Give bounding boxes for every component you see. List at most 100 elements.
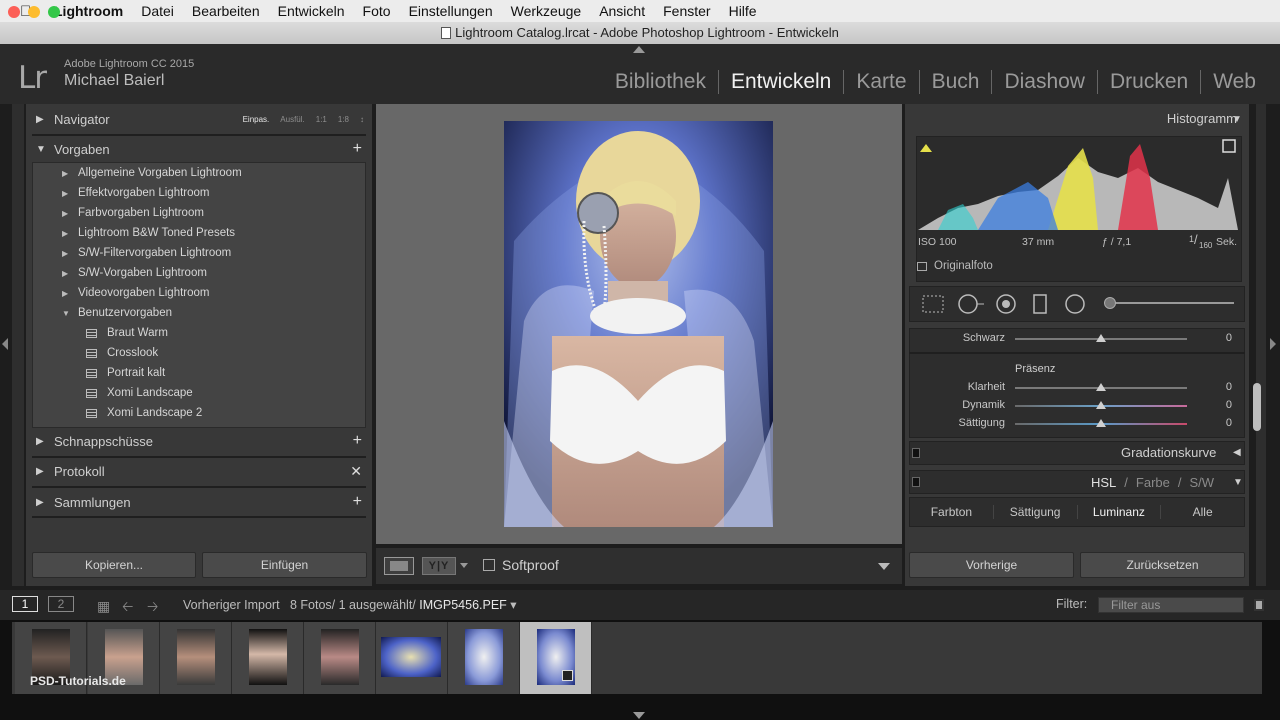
histogram-graph[interactable] xyxy=(918,138,1238,230)
loupe-view-icon[interactable] xyxy=(384,557,414,575)
second-window-button[interactable]: 2 xyxy=(48,596,74,612)
preset-folder[interactable]: ▶ Farbvorgaben Lightroom xyxy=(26,203,204,223)
slider-value-klarheit[interactable]: 0 xyxy=(1216,381,1232,393)
user-preset-item[interactable]: Xomi Landscape xyxy=(26,383,193,403)
panel-toggle-switch[interactable] xyxy=(912,448,920,458)
menu-einstellungen[interactable]: Einstellungen xyxy=(409,3,493,19)
menu-ansicht[interactable]: Ansicht xyxy=(599,3,645,19)
panel-toggle-switch[interactable] xyxy=(912,477,920,487)
softproof-checkbox[interactable] xyxy=(483,559,495,571)
preset-folder[interactable]: ▶ Allgemeine Vorgaben Lightroom xyxy=(26,163,242,183)
clear-history-icon[interactable]: ✕ xyxy=(350,463,362,480)
left-collapse-arrow-icon[interactable] xyxy=(2,338,8,350)
brush-slider-knob[interactable] xyxy=(1104,297,1116,309)
user-preset-item[interactable]: Xomi Landscape 2 xyxy=(26,403,202,423)
slider-value-saettigung[interactable]: 0 xyxy=(1216,417,1232,429)
filmstrip-source-path[interactable]: Vorheriger Import 8 Fotos/ 1 ausgewählt/… xyxy=(183,597,517,612)
slider-thumb-schwarz[interactable] xyxy=(1096,334,1106,342)
add-snapshot-icon[interactable]: + xyxy=(353,432,362,450)
tone-curve-expand-icon[interactable]: ◀ xyxy=(1233,447,1241,458)
main-window-button[interactable]: 1 xyxy=(12,596,38,612)
back-arrow-icon[interactable]: 🡠 xyxy=(122,596,133,620)
module-karte[interactable]: Karte xyxy=(843,70,918,94)
module-diashow[interactable]: Diashow xyxy=(991,70,1097,94)
main-photo[interactable] xyxy=(504,121,773,527)
grid-view-icon[interactable]: ▦ xyxy=(97,598,110,615)
menu-hilfe[interactable]: Hilfe xyxy=(729,3,757,19)
menu-werkzeuge[interactable]: Werkzeuge xyxy=(511,3,582,19)
histogram-collapse-icon[interactable]: ▼ xyxy=(1232,114,1242,125)
slider-thumb-saettigung[interactable] xyxy=(1096,419,1106,427)
hsl-mode-hsl[interactable]: HSL xyxy=(1091,475,1116,490)
preset-folder[interactable]: ▶ S/W-Filtervorgaben Lightroom xyxy=(26,243,231,263)
slider-value-schwarz[interactable]: 0 xyxy=(1216,332,1232,344)
red-eye-icon[interactable] xyxy=(994,293,1018,315)
history-header[interactable]: ▶ Protokoll ✕ xyxy=(26,456,372,486)
zoom-stepper-icon[interactable]: ↕ xyxy=(360,115,364,124)
filmstrip-thumbnail[interactable] xyxy=(304,622,376,694)
menu-fenster[interactable]: Fenster xyxy=(663,3,710,19)
filter-lock-icon[interactable] xyxy=(1254,599,1264,611)
source-dropdown-icon[interactable]: ▾ xyxy=(510,598,516,612)
right-panel-edge[interactable] xyxy=(1256,104,1266,586)
user-preset-item[interactable]: Portrait kalt xyxy=(26,363,165,383)
crop-tool-icon[interactable] xyxy=(921,293,945,315)
tab-saettigung[interactable]: Sättigung xyxy=(994,505,1078,519)
user-preset-item[interactable]: Braut Warm xyxy=(26,323,168,343)
module-bibliothek[interactable]: Bibliothek xyxy=(603,70,718,94)
module-web[interactable]: Web xyxy=(1200,70,1268,94)
preset-folder[interactable]: ▶ Lightroom B&W Toned Presets xyxy=(26,223,235,243)
bottom-panel-toggle-icon[interactable] xyxy=(633,712,645,719)
collections-header[interactable]: ▶ Sammlungen + xyxy=(26,487,372,517)
tab-alle[interactable]: Alle xyxy=(1161,505,1244,519)
filmstrip-thumbnail-selected[interactable] xyxy=(520,622,592,694)
navigator-header[interactable]: ▶ Navigator Einpas. Ausfül. 1:1 1:8 ↕ xyxy=(26,104,372,134)
preset-folder[interactable]: ▶ S/W-Vorgaben Lightroom xyxy=(26,263,207,283)
zoom-1-1[interactable]: 1:1 xyxy=(316,115,327,124)
reset-button[interactable]: Zurücksetzen xyxy=(1080,552,1245,578)
module-buch[interactable]: Buch xyxy=(918,70,992,94)
snapshots-header[interactable]: ▶ Schnappschüsse + xyxy=(26,426,372,456)
filmstrip-thumbnail[interactable] xyxy=(232,622,304,694)
menu-bearbeiten[interactable]: Bearbeiten xyxy=(192,3,260,19)
filter-select[interactable]: Filter aus xyxy=(1098,597,1244,613)
paste-settings-button[interactable]: Einfügen xyxy=(202,552,367,578)
filmstrip-thumbnail[interactable] xyxy=(160,622,232,694)
preset-folder[interactable]: ▶ Effektvorgaben Lightroom xyxy=(26,183,209,203)
original-photo-checkbox[interactable] xyxy=(917,262,927,271)
window-minimize-button[interactable] xyxy=(28,6,40,18)
zoom-1-8[interactable]: 1:8 xyxy=(338,115,349,124)
zoom-fit[interactable]: Einpas. xyxy=(243,115,270,124)
left-panel-edge[interactable] xyxy=(12,104,24,586)
add-preset-icon[interactable]: + xyxy=(353,140,362,158)
histogram-title[interactable]: Histogramm xyxy=(1167,111,1237,126)
menu-entwickeln[interactable]: Entwickeln xyxy=(278,3,345,19)
right-collapse-arrow-icon[interactable] xyxy=(1270,338,1276,350)
previous-button[interactable]: Vorherige xyxy=(909,552,1074,578)
shadow-clipping-icon[interactable] xyxy=(920,144,932,152)
forward-arrow-icon[interactable]: 🡢 xyxy=(147,596,158,620)
menu-foto[interactable]: Foto xyxy=(363,3,391,19)
tab-luminanz[interactable]: Luminanz xyxy=(1078,505,1162,519)
tone-curve-title[interactable]: Gradationskurve xyxy=(1121,445,1216,460)
spot-removal-icon[interactable] xyxy=(956,293,986,315)
menu-datei[interactable]: Datei xyxy=(141,3,174,19)
top-panel-toggle-icon[interactable] xyxy=(633,46,645,53)
copy-settings-button[interactable]: Kopieren... xyxy=(32,552,196,578)
add-collection-icon[interactable]: + xyxy=(353,493,362,511)
filmstrip-thumbnail[interactable] xyxy=(376,622,448,694)
highlight-clipping-icon[interactable] xyxy=(1222,139,1236,153)
brush-slider-track[interactable] xyxy=(1112,302,1234,304)
hsl-mode-sw[interactable]: S/W xyxy=(1190,475,1215,490)
zoom-fill[interactable]: Ausfül. xyxy=(280,115,304,124)
hsl-collapse-icon[interactable]: ▼ xyxy=(1233,477,1243,488)
slider-value-dynamik[interactable]: 0 xyxy=(1216,399,1232,411)
filmstrip-thumbnail[interactable] xyxy=(448,622,520,694)
slider-thumb-dynamik[interactable] xyxy=(1096,401,1106,409)
before-after-menu-arrow-icon[interactable] xyxy=(460,563,468,568)
before-after-view-button[interactable]: Y|Y xyxy=(422,557,456,575)
presets-header[interactable]: ▼ Vorgaben + xyxy=(26,134,372,164)
hsl-mode-farbe[interactable]: Farbe xyxy=(1136,475,1170,490)
preset-folder[interactable]: ▶ Videovorgaben Lightroom xyxy=(26,283,210,303)
graduated-filter-icon[interactable] xyxy=(1030,293,1050,315)
